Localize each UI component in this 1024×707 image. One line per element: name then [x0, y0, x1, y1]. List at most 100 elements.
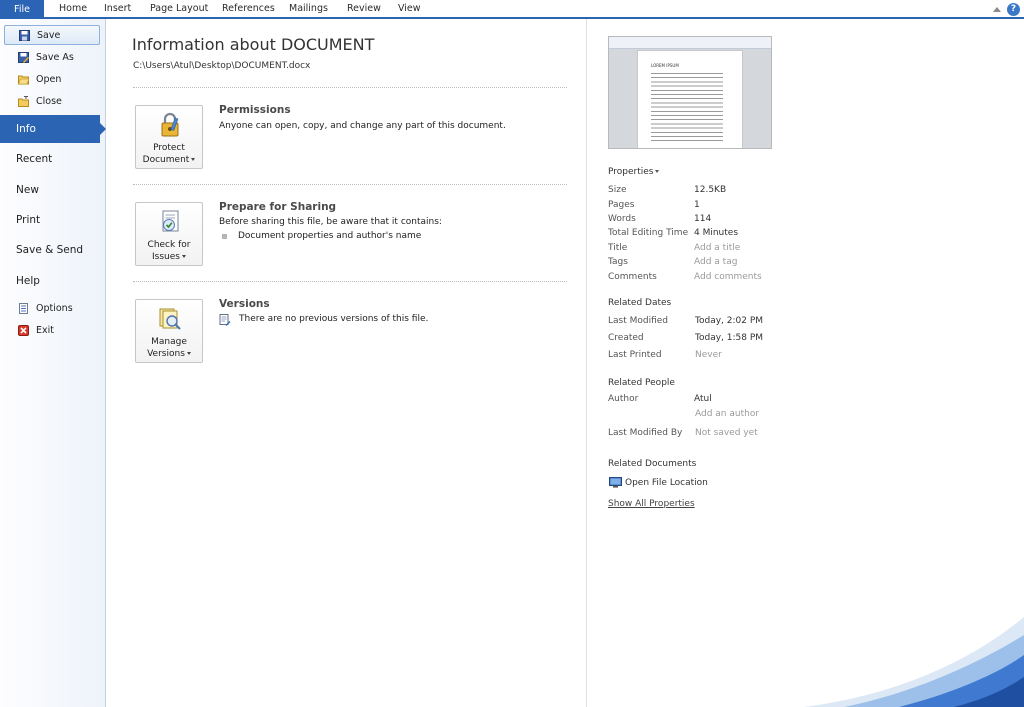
properties-header-label: Properties: [608, 167, 654, 177]
prop-editing-time-value: 4 Minutes: [694, 228, 739, 238]
manage-versions-label-line2: Versions: [136, 348, 202, 360]
versions-heading: Versions: [219, 298, 270, 310]
prop-tags-field[interactable]: Add a tag: [694, 257, 737, 267]
protect-document-button[interactable]: Protect Document: [135, 105, 203, 169]
protect-document-label-line2: Document: [136, 154, 202, 166]
page-title: Information about DOCUMENT: [132, 35, 375, 54]
tab-mailings[interactable]: Mailings: [289, 0, 328, 17]
prepare-text: Before sharing this file, be aware that …: [219, 217, 442, 227]
divider: [133, 184, 567, 185]
nav-save[interactable]: Save: [4, 25, 100, 45]
nav-options[interactable]: Options: [4, 298, 100, 318]
open-file-location-link[interactable]: Open File Location: [625, 478, 708, 488]
protect-document-label-line1: Protect: [153, 143, 185, 153]
last-modified-by-value: Not saved yet: [695, 428, 758, 438]
nav-close[interactable]: Close: [4, 91, 100, 111]
tab-file[interactable]: File: [0, 0, 44, 19]
prop-editing-time-label: Total Editing Time: [608, 228, 689, 238]
thumbnail-heading: LOREM IPSUM: [651, 63, 679, 68]
tab-insert[interactable]: Insert: [104, 0, 131, 17]
author-value[interactable]: Atul: [694, 394, 712, 404]
nav-new[interactable]: New: [0, 176, 105, 204]
bullet-icon: [222, 234, 227, 239]
ribbon-tab-bar: File Home Insert Page Layout References …: [0, 0, 1024, 19]
tab-home[interactable]: Home: [59, 0, 87, 17]
check-for-issues-label-text: Issues: [152, 252, 180, 262]
open-folder-icon: [18, 75, 29, 84]
manage-versions-label-text: Versions: [147, 349, 185, 359]
related-people-header: Related People: [608, 378, 675, 388]
close-folder-icon: [18, 95, 29, 107]
created-value: Today, 1:58 PM: [695, 333, 764, 343]
nav-open[interactable]: Open: [4, 69, 100, 89]
prop-size-value: 12.5KB: [694, 185, 727, 195]
help-icon[interactable]: ?: [1007, 2, 1020, 16]
nav-exit-label: Exit: [36, 324, 54, 336]
nav-save-send[interactable]: Save & Send: [0, 236, 105, 264]
prepare-heading: Prepare for Sharing: [219, 201, 337, 213]
document-thumbnail[interactable]: LOREM IPSUM: [608, 36, 772, 149]
version-document-icon: [219, 314, 231, 326]
prop-words-value: 114: [694, 214, 712, 224]
exit-icon: [18, 324, 29, 336]
nav-help[interactable]: Help: [0, 267, 105, 295]
info-pane: Information about DOCUMENT C:\Users\Atul…: [106, 19, 586, 707]
permissions-text: Anyone can open, copy, and change any pa…: [219, 121, 506, 131]
ribbon-controls: ?: [993, 2, 1020, 16]
prop-title-field[interactable]: Add a title: [694, 243, 740, 253]
related-dates-header: Related Dates: [608, 298, 672, 308]
file-path: C:\Users\Atul\Desktop\DOCUMENT.docx: [133, 61, 311, 71]
versions-icon: [159, 308, 181, 330]
last-modified-by-label: Last Modified By: [608, 428, 683, 438]
prop-words-label: Words: [608, 214, 636, 224]
created-label: Created: [608, 333, 644, 343]
properties-header[interactable]: Properties: [608, 167, 660, 177]
pane-divider: [586, 19, 587, 707]
thumbnail-ribbon: [609, 37, 771, 49]
versions-text: There are no previous versions of this f…: [239, 314, 429, 324]
nav-save-label: Save: [37, 29, 61, 41]
nav-recent[interactable]: Recent: [0, 145, 105, 173]
check-document-icon: [162, 210, 179, 232]
dropdown-arrow-icon: [655, 170, 660, 173]
manage-versions-button[interactable]: Manage Versions: [135, 299, 203, 363]
show-all-properties-link[interactable]: Show All Properties: [608, 499, 695, 509]
manage-versions-label-line1: Manage: [151, 337, 187, 347]
manage-versions-label: Manage Versions: [136, 336, 202, 360]
check-for-issues-label: Check for Issues: [136, 239, 202, 263]
nav-exit[interactable]: Exit: [4, 320, 100, 340]
nav-save-as[interactable]: Save As: [4, 47, 100, 67]
divider: [133, 281, 567, 282]
minimize-ribbon-icon[interactable]: [993, 6, 1001, 12]
prop-title-label: Title: [608, 243, 628, 253]
folder-location-icon: [609, 477, 622, 488]
dropdown-arrow-icon: [191, 158, 196, 161]
nav-open-label: Open: [36, 73, 62, 85]
save-as-icon: [18, 51, 29, 63]
prop-comments-label: Comments: [608, 272, 657, 282]
tab-references[interactable]: References: [222, 0, 275, 17]
check-for-issues-label-line2: Issues: [136, 251, 202, 263]
nav-close-label: Close: [36, 95, 62, 107]
protect-document-label: Protect Document: [136, 142, 202, 166]
protect-document-label-text: Document: [142, 155, 190, 165]
last-modified-label: Last Modified: [608, 316, 669, 326]
author-label: Author: [608, 394, 639, 404]
nav-options-label: Options: [36, 302, 73, 314]
thumbnail-text-lines: [651, 71, 723, 143]
related-documents-header: Related Documents: [608, 459, 697, 469]
prop-comments-field[interactable]: Add comments: [694, 272, 762, 282]
nav-save-as-label: Save As: [36, 51, 74, 63]
check-for-issues-button[interactable]: Check for Issues: [135, 202, 203, 266]
tab-page-layout[interactable]: Page Layout: [150, 0, 208, 17]
background-swoosh: [804, 617, 1024, 707]
tab-review[interactable]: Review: [347, 0, 381, 17]
add-author-field[interactable]: Add an author: [695, 409, 759, 419]
last-modified-value: Today, 2:02 PM: [695, 316, 764, 326]
prepare-bullet-text: Document properties and author's name: [238, 231, 422, 241]
nav-print[interactable]: Print: [0, 206, 105, 234]
prop-pages-label: Pages: [608, 200, 635, 210]
last-printed-value: Never: [695, 350, 722, 360]
nav-info[interactable]: Info: [0, 115, 106, 143]
tab-view[interactable]: View: [398, 0, 421, 17]
